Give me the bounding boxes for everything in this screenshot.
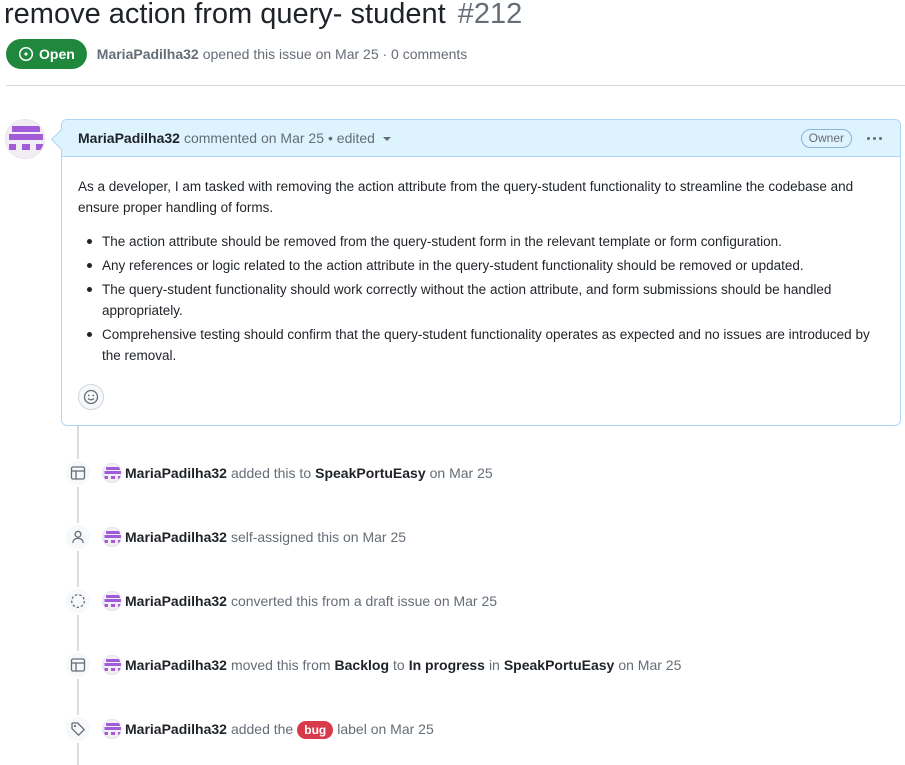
timeline-event: MariaPadilha32 added the bug label on Ma… xyxy=(64,714,434,744)
event-actor-link[interactable]: MariaPadilha32 xyxy=(125,721,227,737)
person-icon xyxy=(64,523,92,551)
comment-header: MariaPadilha32 commented on Mar 25 • edi… xyxy=(62,120,900,157)
event-actor-link[interactable]: MariaPadilha32 xyxy=(125,593,227,609)
issue-title-row: remove action from query- student #212 xyxy=(4,0,522,34)
issue-opened-text: opened this issue on Mar 25 · 0 comments xyxy=(202,46,468,62)
event-date: on Mar 25 xyxy=(618,657,682,673)
event-text: converted this from a draft issue on Mar… xyxy=(230,593,498,609)
bug-label[interactable]: bug xyxy=(297,721,334,739)
comment-bullet-list: The action attribute should be removed f… xyxy=(78,231,884,366)
state-badge: Open xyxy=(6,39,87,69)
identicon-avatar xyxy=(9,126,43,150)
list-item: Comprehensive testing should confirm tha… xyxy=(87,324,884,366)
avatar[interactable] xyxy=(102,463,122,483)
event-text: added this to xyxy=(230,465,312,481)
comment-author-link[interactable]: MariaPadilha32 xyxy=(78,130,180,146)
comment-body: As a developer, I am tasked with removin… xyxy=(62,157,900,366)
issue-meta: Open MariaPadilha32 opened this issue on… xyxy=(6,39,467,69)
event-date: on Mar 25 xyxy=(429,465,493,481)
smiley-icon xyxy=(83,389,99,405)
event-text: to xyxy=(393,657,405,673)
list-item: Any references or logic related to the a… xyxy=(87,255,884,276)
timeline-event: MariaPadilha32 moved this from Backlog t… xyxy=(64,650,681,680)
event-text: added the xyxy=(230,721,294,737)
column-to: In progress xyxy=(408,657,485,673)
chevron-down-icon xyxy=(382,137,391,141)
event-actor-link[interactable]: MariaPadilha32 xyxy=(125,529,227,545)
project-table-icon xyxy=(64,651,92,679)
kebab-menu-icon[interactable] xyxy=(862,128,886,148)
event-text: in xyxy=(488,657,500,673)
author-avatar[interactable] xyxy=(5,119,45,159)
project-link[interactable]: SpeakPortuEasy xyxy=(315,465,426,481)
event-text: moved this from xyxy=(230,657,331,673)
event-actor-link[interactable]: MariaPadilha32 xyxy=(125,465,227,481)
list-item: The query-student functionality should w… xyxy=(87,279,884,321)
timeline-event: MariaPadilha32 self-assigned this on Mar… xyxy=(64,522,406,552)
owner-badge: Owner xyxy=(800,129,852,148)
list-item: The action attribute should be removed f… xyxy=(87,231,884,252)
avatar[interactable] xyxy=(102,591,122,611)
issue-open-icon xyxy=(18,46,34,62)
project-table-icon xyxy=(64,459,92,487)
event-date: label on Mar 25 xyxy=(337,721,434,737)
draft-issue-icon xyxy=(64,587,92,615)
issue-title: remove action from query- student xyxy=(4,0,446,30)
event-text: self-assigned this on Mar 25 xyxy=(230,529,407,545)
avatar[interactable] xyxy=(102,655,122,675)
issue-author-link[interactable]: MariaPadilha32 xyxy=(97,46,199,62)
comment-intro: As a developer, I am tasked with removin… xyxy=(78,179,854,215)
tag-icon xyxy=(64,715,92,743)
comment-date-text[interactable]: commented on Mar 25 xyxy=(184,130,324,146)
issue-comment: MariaPadilha32 commented on Mar 25 • edi… xyxy=(61,119,901,426)
issue-number: #212 xyxy=(457,0,523,30)
timeline-event: MariaPadilha32 added this to SpeakPortuE… xyxy=(64,458,493,488)
state-label: Open xyxy=(39,46,75,62)
column-from: Backlog xyxy=(334,657,389,673)
avatar[interactable] xyxy=(102,719,122,739)
edited-label: • edited xyxy=(328,130,375,146)
project-link[interactable]: SpeakPortuEasy xyxy=(504,657,615,673)
avatar[interactable] xyxy=(102,527,122,547)
header-divider xyxy=(6,85,905,86)
timeline-event: MariaPadilha32 converted this from a dra… xyxy=(64,586,497,616)
add-reaction-button[interactable] xyxy=(78,384,104,410)
edited-dropdown[interactable]: • edited xyxy=(328,130,391,146)
event-actor-link[interactable]: MariaPadilha32 xyxy=(125,657,227,673)
